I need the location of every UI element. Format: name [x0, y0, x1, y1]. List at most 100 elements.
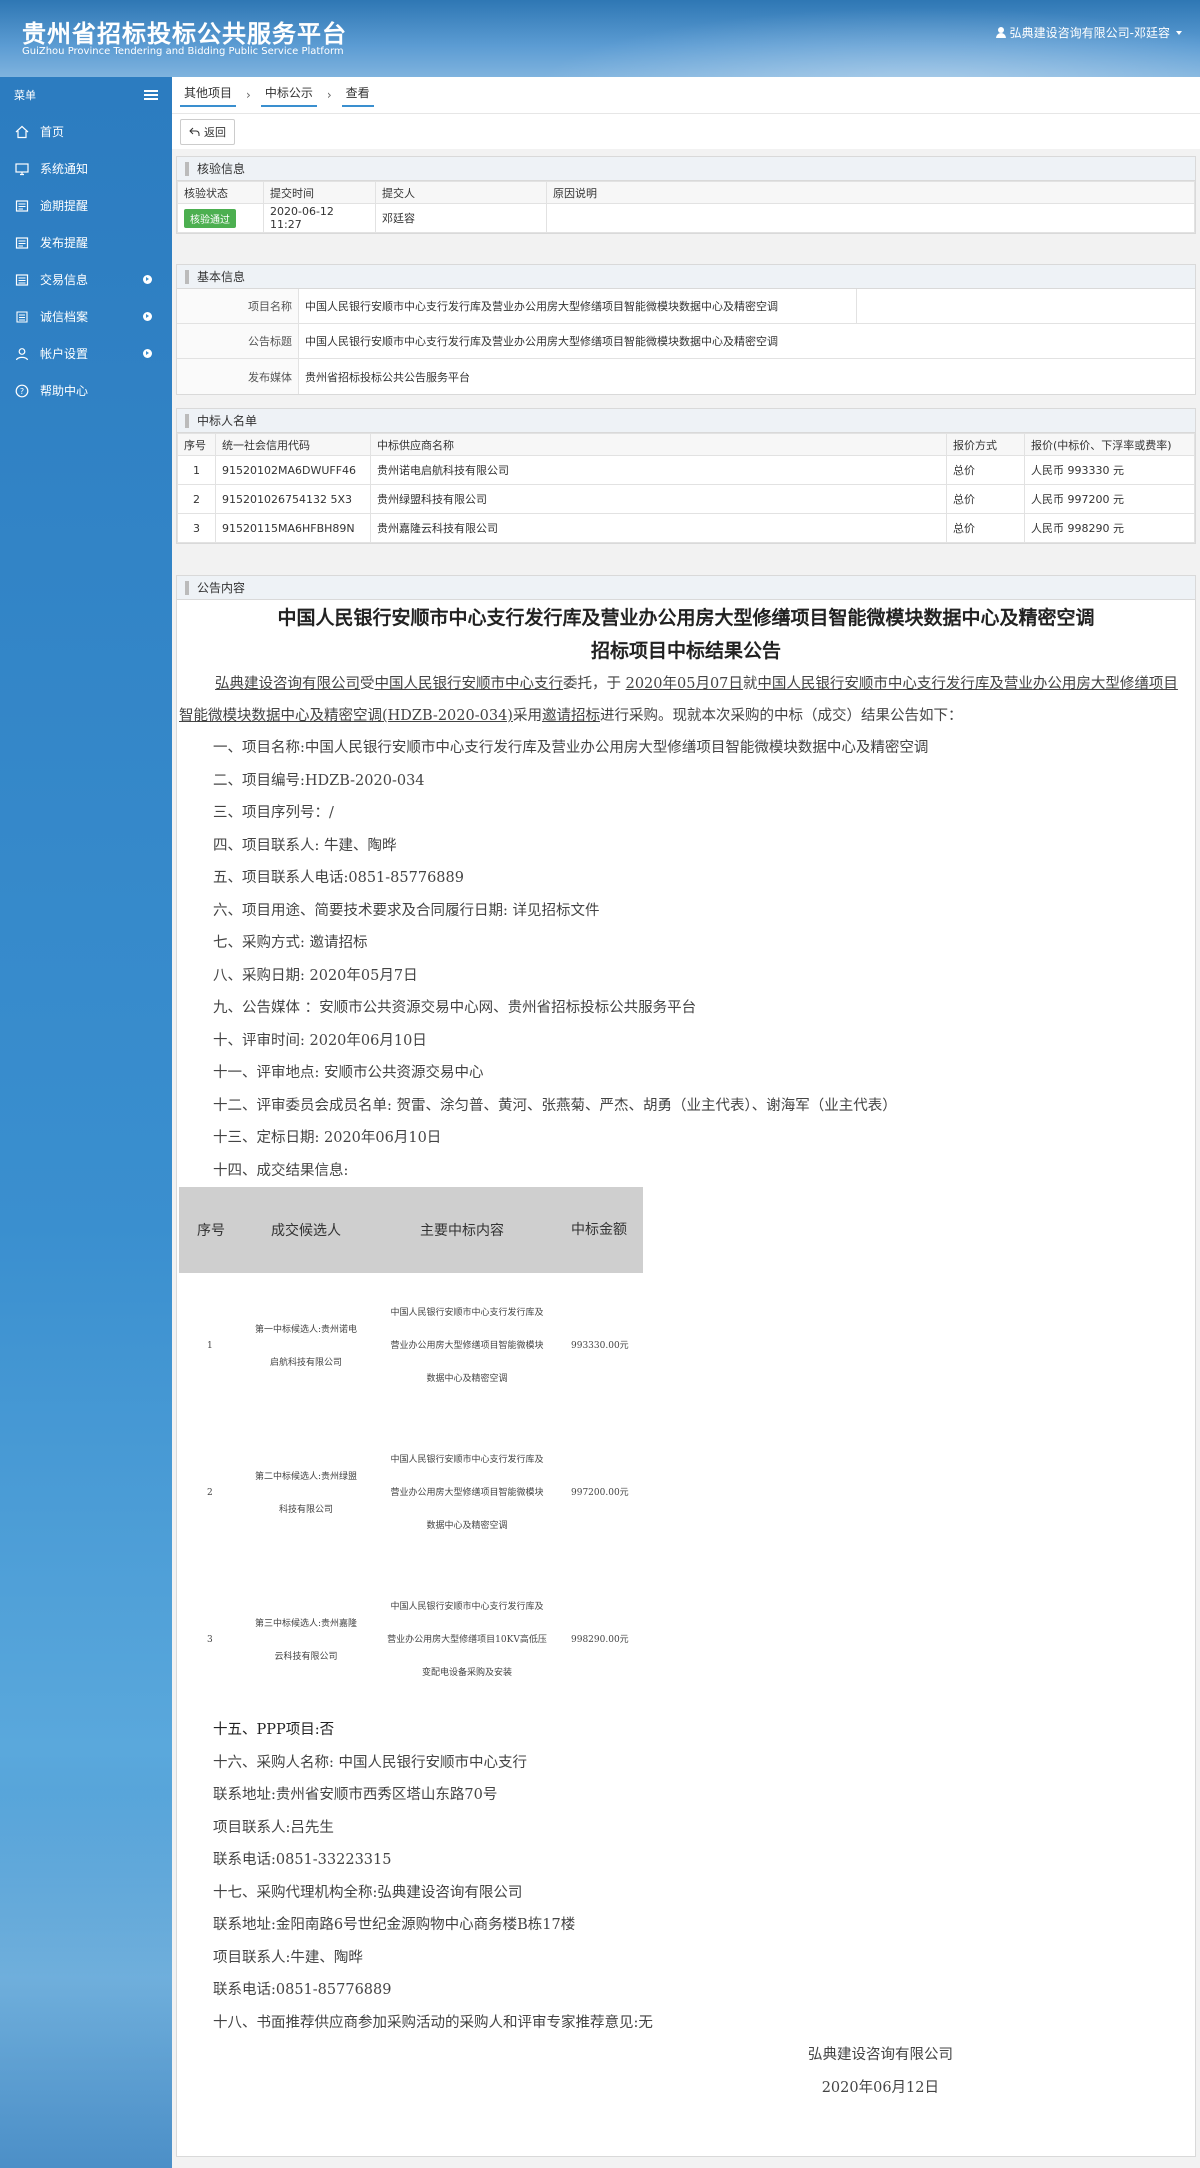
- sidebar-item-label: 帮助中心: [40, 384, 89, 398]
- announcement-item: 一、项目名称:中国人民银行安顺市中心支行发行库及营业办公用房大型修缮项目智能微模…: [213, 740, 929, 756]
- kv-row: 公告标题 中国人民银行安顺市中心支行发行库及营业办公用房大型修缮项目智能微模块数…: [177, 324, 1195, 359]
- home-icon: [14, 124, 30, 140]
- help-icon: ?: [14, 383, 30, 399]
- sidebar-item-trade-info[interactable]: 交易信息: [0, 261, 172, 298]
- sidebar-item-label: 发布提醒: [40, 236, 89, 250]
- sidebar-item-label: 逾期提醒: [40, 199, 89, 213]
- intro-text: 受: [360, 676, 375, 692]
- supplier-name: 贵州绿盟科技有限公司: [370, 484, 947, 514]
- column-header: 成交候选人: [243, 1187, 369, 1273]
- announcement-title: 中国人民银行安顺市中心支行发行库及营业办公用房大型修缮项目智能微模块数据中心及精…: [177, 602, 1195, 668]
- back-button[interactable]: 返回: [180, 119, 235, 145]
- table-row: 2 915201026754132 5X3 贵州绿盟科技有限公司 总价 人民币 …: [177, 484, 1195, 514]
- candidate: 第二中标候选人:贵州绿盟科技有限公司: [254, 1471, 358, 1515]
- chevron-right-icon: ›: [246, 88, 251, 102]
- kv-row: 项目名称 中国人民银行安顺市中心支行发行库及营业办公用房大型修缮项目智能微模块数…: [177, 289, 1195, 324]
- column-header: 统一社会信用代码: [215, 433, 371, 456]
- price: 人民币 997200 元: [1024, 484, 1195, 514]
- kv-row: 发布媒体 贵州省招标投标公共公告服务平台: [177, 359, 1195, 394]
- column-header: 提交人: [375, 181, 547, 204]
- column-header: 核验状态: [177, 181, 264, 204]
- announcement-item: 十五、PPP项目:否: [213, 1722, 335, 1738]
- announcement-item: 联系电话:0851-33223315: [213, 1852, 392, 1868]
- award-amount: 993330.00元: [571, 1341, 629, 1351]
- announcement-item: 八、采购日期: 2020年05月7日: [213, 967, 418, 984]
- menu-toggle-icon[interactable]: [144, 90, 158, 100]
- caret-down-icon: [1176, 30, 1182, 35]
- user-name: 弘典建设咨询有限公司-邓廷容: [1009, 26, 1170, 40]
- announcement-item: 联系地址:贵州省安顺市西秀区塔山东路70号: [213, 1787, 498, 1803]
- announcement-body: 弘典建设咨询有限公司受中国人民银行安顺市中心支行委托，于 2020年05月07日…: [177, 668, 1195, 2104]
- announcement-item: 十一、评审地点: 安顺市公共资源交易中心: [213, 1065, 484, 1081]
- announcement-item: 九、公告媒体 ：安顺市公共资源交易中心网、贵州省招标投标公共服务平台: [213, 1000, 697, 1016]
- column-header: 主要中标内容: [369, 1187, 555, 1273]
- panel-title: 公告内容: [177, 576, 1195, 600]
- candidate: 第一中标候选人:贵州诺电启航科技有限公司: [254, 1324, 358, 1368]
- client-name: 中国人民银行安顺市中心支行: [374, 676, 564, 692]
- sidebar-item-system-notice[interactable]: 系统通知: [0, 150, 172, 187]
- award-amount: 997200.00元: [571, 1488, 629, 1498]
- signature-company: 弘典建设咨询有限公司: [808, 2047, 953, 2063]
- announcement-item: 项目联系人:牛建、陶晔: [213, 1949, 363, 1966]
- price: 人民币 993330 元: [1024, 455, 1195, 485]
- notice-title: 中国人民银行安顺市中心支行发行库及营业办公用房大型修缮项目智能微模块数据中心及精…: [305, 335, 778, 348]
- breadcrumb: 其他项目 › 中标公示 › 查看: [172, 77, 1200, 113]
- field-label: 公告标题: [177, 324, 299, 358]
- toolbar: 返回: [172, 113, 1200, 149]
- table-row: 2 第二中标候选人:贵州绿盟科技有限公司 中国人民银行安顺市中心支行发行库及营业…: [179, 1420, 643, 1567]
- notice-date: 2020年05月07日: [625, 676, 743, 692]
- chevron-right-icon: [143, 312, 152, 321]
- field-label: 发布媒体: [177, 359, 299, 394]
- row-index: 2: [207, 1488, 213, 1498]
- sidebar-item-label: 交易信息: [40, 273, 89, 287]
- sidebar-item-overdue-reminder[interactable]: 逾期提醒: [0, 187, 172, 224]
- svg-text:?: ?: [20, 387, 24, 396]
- announcement-item: 十四、成交结果信息:: [213, 1162, 349, 1179]
- sidebar-item-help-center[interactable]: ? 帮助中心: [0, 372, 172, 409]
- award-amount: 998290.00元: [571, 1635, 629, 1645]
- sidebar-item-publish-reminder[interactable]: 发布提醒: [0, 224, 172, 261]
- row-index: 1: [207, 1341, 213, 1351]
- candidate: 第三中标候选人:贵州嘉隆云科技有限公司: [254, 1618, 358, 1662]
- breadcrumb-view[interactable]: 查看: [341, 84, 374, 107]
- table-row: 3 第三中标候选人:贵州嘉隆云科技有限公司 中国人民银行安顺市中心支行发行库及营…: [179, 1567, 643, 1714]
- breadcrumb-award-notice[interactable]: 中标公示: [260, 84, 317, 107]
- chevron-right-icon: [143, 275, 152, 284]
- credit-code: 915201026754132 5X3: [215, 484, 371, 514]
- sidebar-item-credit-archive[interactable]: 诚信档案: [0, 298, 172, 335]
- site-subtitle: GuiZhou Province Tendering and Bidding P…: [22, 46, 344, 57]
- intro-text: 采用: [512, 708, 542, 724]
- column-header: 序号: [179, 1187, 243, 1273]
- chevron-right-icon: ›: [326, 88, 332, 102]
- user-menu[interactable]: 弘典建设咨询有限公司-邓廷容: [995, 24, 1182, 41]
- sidebar-item-label: 首页: [40, 125, 65, 139]
- column-header: 报价(中标价、下浮率或费率): [1024, 433, 1195, 456]
- user-icon: [14, 346, 30, 362]
- credit-code: 91520102MA6DWUFF46: [215, 455, 371, 485]
- row-index: 1: [177, 455, 216, 485]
- sidebar-background: [0, 1788, 172, 2168]
- breadcrumb-other-projects[interactable]: 其他项目: [180, 84, 237, 107]
- status-badge: 核验通过: [184, 208, 236, 228]
- column-header: 中标金额: [555, 1187, 643, 1273]
- announcement-item: 十八、书面推荐供应商参加采购活动的采购人和评审专家推荐意见:无: [213, 2014, 653, 2031]
- row-index: 3: [177, 513, 216, 543]
- main-content: 其他项目 › 中标公示 › 查看 返回 核验信息 核验状态 提交时间 提交人 原…: [172, 77, 1200, 2168]
- back-arrow-icon: [189, 127, 200, 136]
- announcement-item: 三、项目序列号：/: [213, 805, 334, 821]
- column-header: 提交时间: [263, 181, 376, 204]
- announcement-item: 二、项目编号:HDZB-2020-034: [213, 772, 425, 789]
- procurement-method: 邀请招标: [541, 708, 600, 724]
- sidebar-item-home[interactable]: 首页: [0, 113, 172, 150]
- list-icon: [14, 272, 30, 288]
- table-row: 1 91520102MA6DWUFF46 贵州诺电启航科技有限公司 总价 人民币…: [177, 455, 1195, 485]
- sidebar-header: 菜单: [0, 77, 172, 113]
- winners-table: 序号 统一社会信用代码 中标供应商名称 报价方式 报价(中标价、下浮率或费率) …: [177, 433, 1195, 543]
- agent-name: 弘典建设咨询有限公司: [215, 676, 360, 692]
- signature-date: 2020年06月12日: [821, 2079, 939, 2096]
- announcement-item: 六、项目用途、简要技术要求及合同履行日期: 详见招标文件: [213, 902, 600, 919]
- sidebar-item-account-settings[interactable]: 帐户设置: [0, 335, 172, 372]
- notice-icon: [14, 235, 30, 251]
- table-row: 3 91520115MA6HFBH89N 贵州嘉隆云科技有限公司 总价 人民币 …: [177, 513, 1195, 543]
- chevron-right-icon: [143, 349, 152, 358]
